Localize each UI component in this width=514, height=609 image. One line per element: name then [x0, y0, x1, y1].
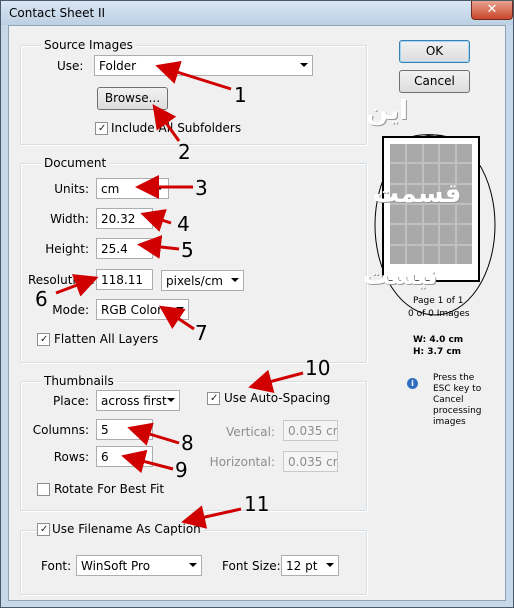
annotation-number-4: 4	[177, 212, 190, 236]
annotation-number-6: 6	[35, 287, 48, 311]
arrow-7	[159, 305, 195, 331]
annotation-number-10: 10	[305, 356, 331, 380]
annotation-number-7: 7	[195, 321, 208, 345]
annotation-number-9: 9	[175, 458, 188, 482]
arrow-8	[127, 422, 180, 446]
annotation-number-8: 8	[181, 431, 194, 455]
arrow-11	[181, 505, 242, 529]
arrow-4	[140, 209, 172, 232]
arrow-2	[152, 104, 181, 142]
annotation-arrows	[55, 60, 304, 529]
dialog-window: Contact Sheet II ✕ Source Images Use: Fo…	[0, 0, 514, 608]
annotation-number-1: 1	[234, 83, 247, 107]
arrow-9	[121, 449, 174, 474]
annotation-number-5: 5	[181, 238, 194, 262]
arrow-5	[137, 235, 180, 259]
annotation-number-11: 11	[244, 492, 270, 516]
arrow-10	[248, 369, 304, 393]
annotation-number-3: 3	[195, 176, 208, 200]
arrow-6	[55, 274, 99, 297]
annotation-number-2: 2	[178, 140, 191, 164]
arrow-1	[155, 60, 232, 91]
